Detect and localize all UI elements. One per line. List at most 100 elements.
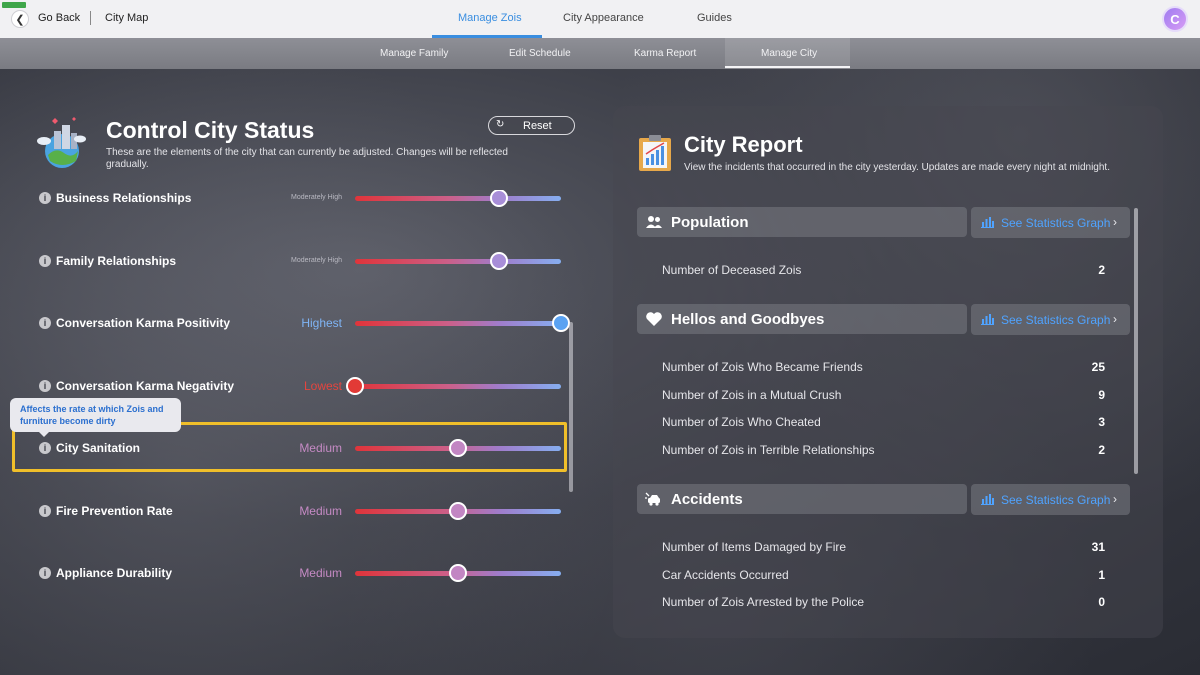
subtab-manage-family[interactable]: Manage Family <box>380 48 448 59</box>
slider-label: Conversation Karma Negativity <box>56 379 235 393</box>
slider-row: i Appliance Durability Medium <box>30 561 575 591</box>
slider-row: i Conversation Karma Positivity Highest <box>30 311 575 341</box>
stat-value: 31 <box>1091 540 1105 554</box>
info-icon[interactable]: i <box>39 317 51 329</box>
slider-thumb[interactable] <box>449 564 467 582</box>
subtab-karma-report[interactable]: Karma Report <box>634 48 696 59</box>
top-bar: ❮ Go Back City Map Manage Zois City Appe… <box>0 0 1200 38</box>
stat-label: Number of Zois Who Became Friends <box>662 360 863 374</box>
section-title: Population <box>671 214 749 231</box>
status-indicator <box>2 2 26 8</box>
stat-row: Number of Zois Who Became Friends 25 <box>662 360 1105 376</box>
stat-row: Number of Zois Arrested by the Police 0 <box>662 595 1105 611</box>
city-map-link[interactable]: City Map <box>105 12 148 24</box>
stats-button-label: See Statistics Graph <box>1001 493 1111 507</box>
slider-thumb[interactable] <box>449 502 467 520</box>
slider-scrollbar[interactable] <box>569 322 573 492</box>
stat-row: Number of Items Damaged by Fire 31 <box>662 540 1105 556</box>
stats-button-label: See Statistics Graph <box>1001 313 1111 327</box>
slider-label: Appliance Durability <box>56 566 173 580</box>
report-title: City Report <box>684 132 803 157</box>
tab-manage-zois[interactable]: Manage Zois <box>458 12 522 24</box>
bar-chart-icon <box>981 216 994 228</box>
go-back-label[interactable]: Go Back <box>38 12 80 24</box>
sub-tab-bar: Manage Family Edit Schedule Karma Report… <box>0 38 1200 69</box>
reset-button[interactable]: ↻ Reset <box>488 116 575 135</box>
reset-label: Reset <box>523 120 552 132</box>
info-icon[interactable]: i <box>39 192 51 204</box>
chevron-right-icon: › <box>1113 312 1117 326</box>
control-title: Control City Status <box>106 117 315 143</box>
info-icon[interactable]: i <box>39 505 51 517</box>
report-description: View the incidents that occurred in the … <box>684 162 1110 173</box>
refresh-icon: ↻ <box>496 119 505 130</box>
slider-value: Medium <box>299 504 342 518</box>
slider-thumb[interactable] <box>346 377 364 395</box>
slider-track[interactable] <box>355 384 561 389</box>
stat-row: Number of Zois in Terrible Relationships… <box>662 443 1105 459</box>
slider-value: Medium <box>299 566 342 580</box>
active-subtab-indicator <box>725 66 850 68</box>
slider-thumb[interactable] <box>490 190 509 207</box>
slider-row: i Family Relationships Moderately High <box>30 249 575 279</box>
stat-row: Number of Zois Who Cheated 3 <box>662 415 1105 431</box>
section-header: Accidents <box>637 484 967 514</box>
report-scrollbar[interactable] <box>1134 208 1138 474</box>
divider <box>90 11 91 25</box>
info-icon[interactable]: i <box>39 255 51 267</box>
car-crash-icon <box>645 490 663 508</box>
city-globe-icon <box>37 117 86 168</box>
slider-label: Fire Prevention Rate <box>56 504 173 518</box>
stat-value: 2 <box>1098 442 1105 457</box>
section-title: Accidents <box>671 491 743 508</box>
stat-row: Number of Zois in a Mutual Crush 9 <box>662 388 1105 404</box>
control-description: These are the elements of the city that … <box>106 147 508 170</box>
bar-chart-icon <box>981 493 994 505</box>
stat-label: Number of Zois in Terrible Relationships <box>662 442 875 457</box>
people-icon <box>645 213 663 231</box>
heart-icon <box>645 310 663 328</box>
chevron-right-icon: › <box>1113 492 1117 506</box>
stats-button-label: See Statistics Graph <box>1001 216 1111 230</box>
stat-label: Number of Zois in a Mutual Crush <box>662 387 842 402</box>
info-icon[interactable]: i <box>39 567 51 579</box>
chevron-right-icon: › <box>1113 215 1117 229</box>
slider-thumb[interactable] <box>490 252 509 270</box>
stat-value: 2 <box>1098 263 1105 277</box>
chevron-left-icon: ❮ <box>15 13 25 26</box>
see-statistics-graph-button[interactable]: See Statistics Graph › <box>971 207 1130 238</box>
subtab-manage-city[interactable]: Manage City <box>761 48 817 59</box>
slider-track[interactable] <box>355 321 561 326</box>
slider-thumb[interactable] <box>552 314 570 332</box>
tooltip-tail <box>38 431 50 437</box>
info-tooltip: Affects the rate at which Zois and furni… <box>10 398 181 432</box>
slider-label: Family Relationships <box>56 254 177 268</box>
stat-row: Car Accidents Occurred 1 <box>662 568 1105 584</box>
stat-label: Number of Zois Arrested by the Police <box>662 595 865 610</box>
slider-track[interactable] <box>355 196 561 201</box>
slider-row: i Business Relationships Moderately High <box>30 190 575 216</box>
avatar[interactable]: C <box>1162 6 1188 32</box>
section-title: Hellos and Goodbyes <box>671 311 825 328</box>
stat-value: 0 <box>1098 595 1105 610</box>
tab-guides[interactable]: Guides <box>697 12 732 24</box>
slider-value: Moderately High <box>291 194 342 201</box>
section-header: Hellos and Goodbyes <box>637 304 967 334</box>
slider-value: Lowest <box>303 379 342 393</box>
section-header: Population <box>637 207 967 237</box>
stat-value: 3 <box>1098 415 1105 430</box>
stat-label: Car Accidents Occurred <box>662 567 789 582</box>
slider-value: Moderately High <box>291 257 342 264</box>
tab-city-appearance[interactable]: City Appearance <box>563 12 644 24</box>
back-button[interactable]: ❮ <box>11 10 29 28</box>
stat-label: Number of Zois Who Cheated <box>662 415 821 430</box>
see-statistics-graph-button[interactable]: See Statistics Graph › <box>971 484 1130 515</box>
stat-value: 9 <box>1098 387 1105 402</box>
subtab-edit-schedule[interactable]: Edit Schedule <box>509 48 571 59</box>
slider-value: Highest <box>301 316 342 330</box>
see-statistics-graph-button[interactable]: See Statistics Graph › <box>971 304 1130 335</box>
slider-track[interactable] <box>355 259 561 264</box>
info-icon[interactable]: i <box>39 380 51 392</box>
stat-label: Number of Items Damaged by Fire <box>662 540 847 554</box>
stat-value: 25 <box>1091 360 1105 374</box>
